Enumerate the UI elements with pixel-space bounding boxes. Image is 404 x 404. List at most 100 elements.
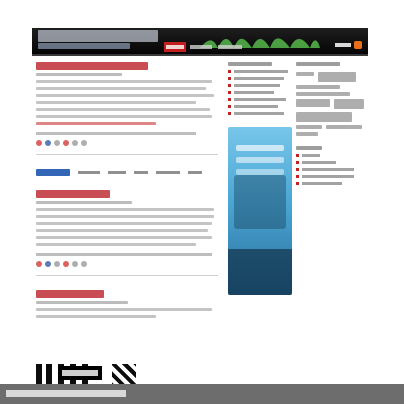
post-tags[interactable] — [36, 253, 212, 256]
recent-post-label — [234, 98, 286, 101]
reddit-icon[interactable] — [63, 261, 69, 267]
email-icon[interactable] — [72, 261, 78, 267]
ads-link[interactable] — [188, 171, 202, 174]
ads-by-google-badge[interactable] — [36, 169, 70, 176]
post-text-line — [36, 243, 196, 246]
post-text-line — [36, 315, 156, 318]
sidebar-right — [296, 56, 368, 372]
nav-tab-label — [190, 45, 212, 49]
tag[interactable] — [296, 112, 352, 122]
post-text-line — [36, 308, 212, 311]
meta-links — [296, 154, 368, 185]
post-title[interactable] — [36, 290, 104, 298]
nav-tab-home[interactable] — [164, 42, 186, 52]
ad-tv-graphic — [234, 175, 286, 229]
main-content — [32, 56, 222, 372]
post-title[interactable] — [36, 62, 148, 70]
post-text-line — [36, 222, 212, 225]
meta-link[interactable] — [296, 161, 368, 164]
tag-cloud — [296, 72, 368, 136]
delicious-icon[interactable] — [45, 140, 51, 146]
tag[interactable] — [296, 85, 340, 89]
tag[interactable] — [296, 72, 314, 76]
nav-tab-label — [166, 45, 184, 49]
stumble-icon[interactable] — [54, 140, 60, 146]
sidebar-left — [228, 56, 292, 372]
site-header — [32, 28, 368, 56]
post-text-line — [36, 208, 214, 211]
bullet-icon — [296, 175, 299, 178]
recent-post-label — [234, 112, 284, 115]
post-actions — [36, 140, 218, 146]
page — [0, 0, 404, 404]
post-text-line — [36, 101, 196, 104]
meta-link[interactable] — [296, 175, 368, 178]
stumble-icon[interactable] — [54, 261, 60, 267]
qr-caption-text — [62, 370, 98, 376]
meta-link[interactable] — [296, 168, 368, 171]
recent-post-item[interactable] — [228, 70, 292, 73]
post-meta — [36, 73, 122, 76]
rss-feed-link[interactable] — [335, 41, 362, 49]
reddit-icon[interactable] — [63, 140, 69, 146]
post-tags[interactable] — [36, 132, 196, 135]
ads-link[interactable] — [108, 171, 126, 174]
post-text-line — [36, 229, 208, 232]
post-text-line — [36, 87, 206, 90]
bullet-icon — [228, 77, 231, 80]
recent-post-item[interactable] — [228, 77, 292, 80]
meta-link-label — [302, 175, 354, 178]
post — [32, 176, 222, 276]
bullet-icon — [296, 182, 299, 185]
delicious-icon[interactable] — [45, 261, 51, 267]
digg-icon[interactable] — [36, 140, 42, 146]
nav-tab-support[interactable] — [188, 42, 214, 52]
tag[interactable] — [296, 125, 322, 129]
print-icon[interactable] — [81, 140, 87, 146]
site-title[interactable] — [38, 30, 158, 42]
tags-title — [296, 62, 340, 66]
recent-post-label — [234, 84, 280, 87]
recent-post-label — [234, 91, 274, 94]
ads-by-google-row — [36, 169, 218, 176]
tag[interactable] — [296, 132, 318, 136]
bullet-icon — [228, 70, 231, 73]
sidebar-ad-banner[interactable] — [228, 127, 292, 295]
tag[interactable] — [326, 125, 362, 129]
recent-post-label — [234, 105, 278, 108]
bullet-icon — [228, 91, 231, 94]
meta-link[interactable] — [296, 154, 368, 157]
meta-link-label — [302, 161, 336, 164]
post-text-line — [36, 94, 214, 97]
recent-post-item[interactable] — [228, 84, 292, 87]
recent-post-item[interactable] — [228, 105, 292, 108]
meta-link-label — [302, 168, 354, 171]
post-actions — [36, 261, 218, 267]
nav-tab-archives[interactable] — [216, 42, 244, 52]
top-nav — [164, 42, 244, 54]
recent-post-label — [234, 70, 288, 73]
tag[interactable] — [296, 92, 350, 96]
recent-posts-title — [228, 62, 272, 66]
recent-post-item[interactable] — [228, 98, 292, 101]
ad-headline-line — [236, 157, 284, 163]
ads-link[interactable] — [78, 171, 100, 174]
ad-footer — [228, 249, 292, 295]
post-meta — [36, 201, 132, 204]
bullet-icon — [296, 168, 299, 171]
post-link-line[interactable] — [36, 122, 156, 125]
tag[interactable] — [296, 99, 330, 107]
watermark-text — [6, 390, 126, 397]
email-icon[interactable] — [72, 140, 78, 146]
post-title[interactable] — [36, 190, 110, 198]
digg-icon[interactable] — [36, 261, 42, 267]
post-text-line — [36, 115, 212, 118]
tag[interactable] — [318, 72, 356, 82]
tag[interactable] — [334, 99, 364, 109]
print-icon[interactable] — [81, 261, 87, 267]
ads-link[interactable] — [156, 171, 180, 174]
recent-post-item[interactable] — [228, 112, 292, 115]
ads-link[interactable] — [134, 171, 148, 174]
recent-post-item[interactable] — [228, 91, 292, 94]
meta-link[interactable] — [296, 182, 368, 185]
